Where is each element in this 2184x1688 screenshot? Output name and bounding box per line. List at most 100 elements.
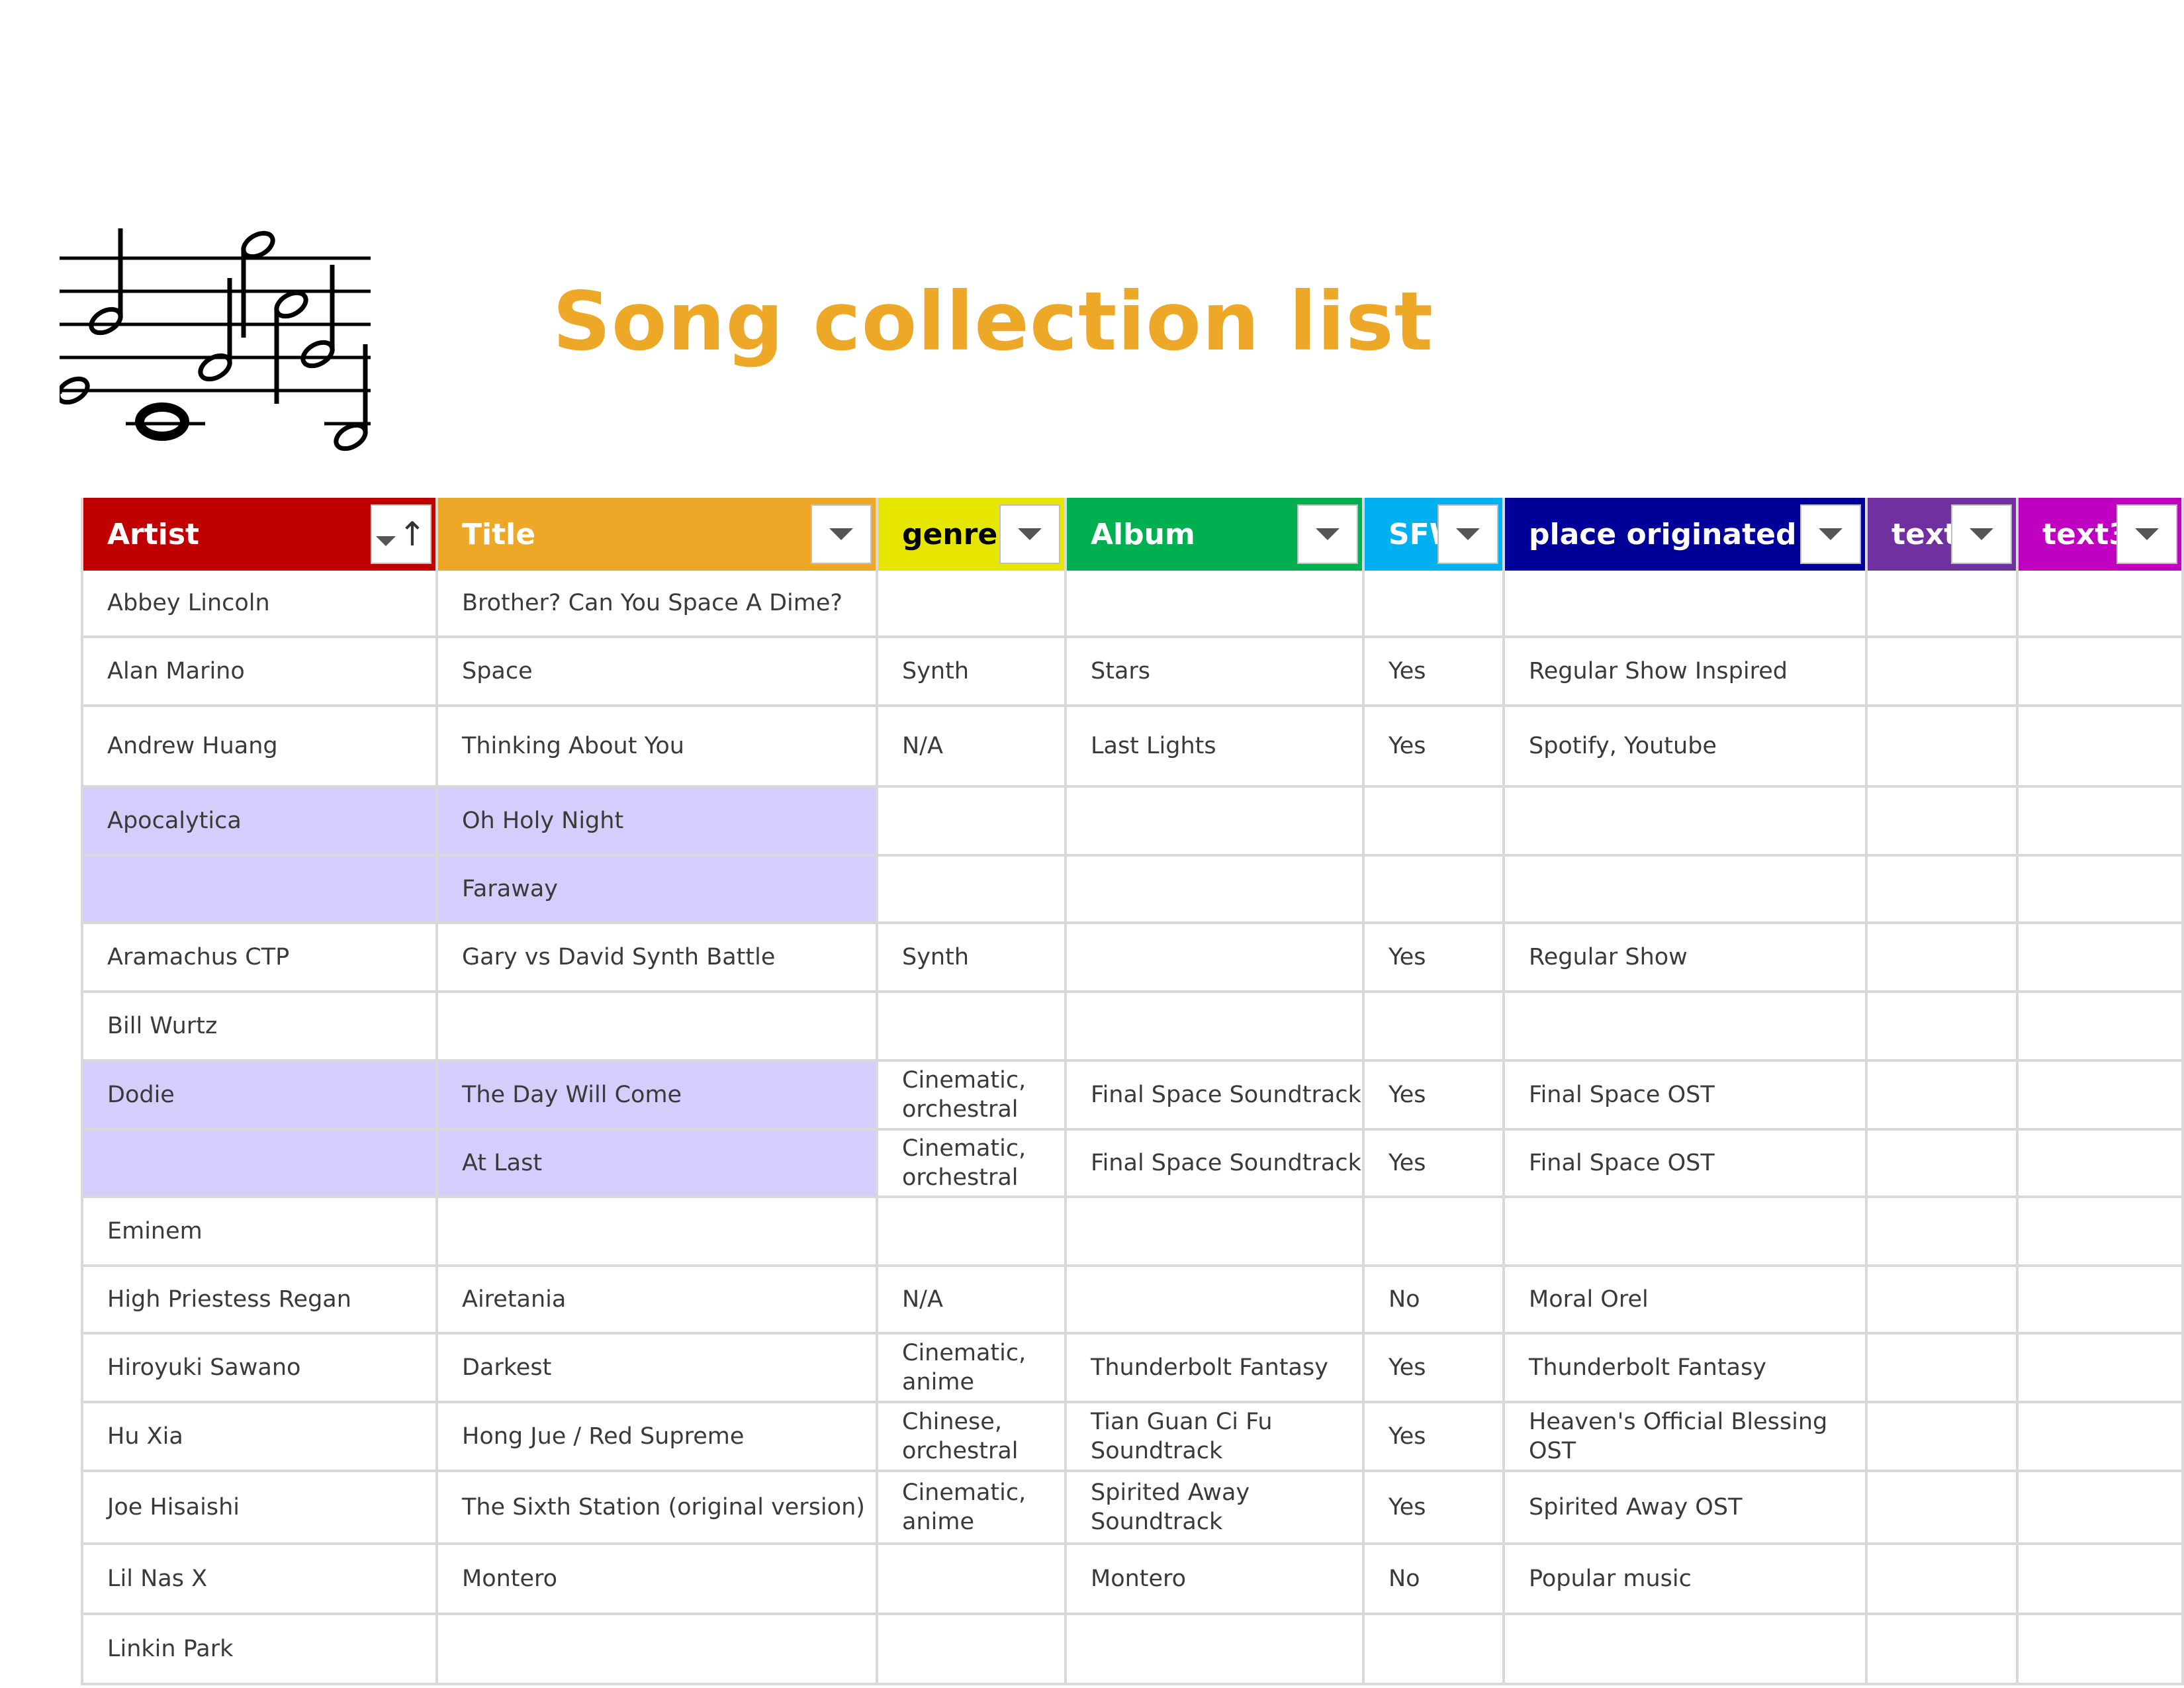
cell-sfw[interactable]: Yes — [1365, 707, 1505, 788]
cell-genre[interactable] — [878, 857, 1067, 924]
cell-sfw[interactable]: No — [1365, 1545, 1505, 1615]
cell-place[interactable]: Thunderbolt Fantasy — [1505, 1335, 1868, 1403]
cell-album[interactable] — [1067, 924, 1365, 993]
cell-text2[interactable] — [1868, 1131, 2019, 1198]
cell-album[interactable] — [1067, 1615, 1365, 1685]
cell-sfw[interactable]: No — [1365, 1267, 1505, 1335]
cell-sfw[interactable]: Yes — [1365, 1335, 1505, 1403]
cell-title[interactable]: The Sixth Station (original version) — [438, 1472, 878, 1545]
cell-genre[interactable] — [878, 571, 1067, 638]
cell-text2[interactable] — [1868, 1062, 2019, 1131]
cell-artist[interactable]: Lil Nas X — [81, 1545, 438, 1615]
cell-sfw[interactable]: Yes — [1365, 1403, 1505, 1472]
cell-genre[interactable]: Cinematic, anime — [878, 1335, 1067, 1403]
cell-artist[interactable]: Apocalytica — [81, 788, 438, 857]
cell-artist[interactable]: Bill Wurtz — [81, 993, 438, 1062]
cell-text3[interactable] — [2019, 1403, 2184, 1472]
cell-genre[interactable] — [878, 1615, 1067, 1685]
cell-text2[interactable] — [1868, 788, 2019, 857]
filter-dropdown-button[interactable] — [999, 504, 1060, 564]
cell-genre[interactable]: Cinematic, orchestral — [878, 1131, 1067, 1198]
cell-text2[interactable] — [1868, 1335, 2019, 1403]
filter-dropdown-button[interactable] — [811, 504, 872, 564]
column-header-genre[interactable]: genre — [878, 498, 1067, 571]
cell-album[interactable]: Spirited Away Soundtrack — [1067, 1472, 1365, 1545]
cell-place[interactable]: Regular Show — [1505, 924, 1868, 993]
cell-sfw[interactable]: Yes — [1365, 1062, 1505, 1131]
cell-genre[interactable]: Synth — [878, 638, 1067, 707]
cell-sfw[interactable]: Yes — [1365, 1472, 1505, 1545]
cell-text2[interactable] — [1868, 1267, 2019, 1335]
cell-text2[interactable] — [1868, 1472, 2019, 1545]
cell-album[interactable]: Tian Guan Ci Fu Soundtrack — [1067, 1403, 1365, 1472]
cell-title[interactable]: Thinking About You — [438, 707, 878, 788]
cell-title[interactable]: Montero — [438, 1545, 878, 1615]
cell-artist[interactable]: Hu Xia — [81, 1403, 438, 1472]
cell-sfw[interactable] — [1365, 993, 1505, 1062]
cell-text2[interactable] — [1868, 857, 2019, 924]
cell-album[interactable]: Last Lights — [1067, 707, 1365, 788]
cell-album[interactable]: Stars — [1067, 638, 1365, 707]
cell-text3[interactable] — [2019, 1198, 2184, 1267]
cell-text3[interactable] — [2019, 571, 2184, 638]
cell-genre[interactable]: N/A — [878, 707, 1067, 788]
cell-text3[interactable] — [2019, 1335, 2184, 1403]
cell-album[interactable] — [1067, 788, 1365, 857]
cell-text3[interactable] — [2019, 788, 2184, 857]
cell-text3[interactable] — [2019, 1267, 2184, 1335]
cell-text3[interactable] — [2019, 1131, 2184, 1198]
cell-artist[interactable]: Alan Marino — [81, 638, 438, 707]
cell-text3[interactable] — [2019, 707, 2184, 788]
cell-album[interactable]: Final Space Soundtrack — [1067, 1062, 1365, 1131]
cell-artist[interactable] — [81, 1131, 438, 1198]
cell-place[interactable] — [1505, 1198, 1868, 1267]
cell-place[interactable]: Final Space OST — [1505, 1131, 1868, 1198]
cell-title[interactable]: Brother? Can You Space A Dime? — [438, 571, 878, 638]
cell-title[interactable] — [438, 1198, 878, 1267]
cell-text2[interactable] — [1868, 638, 2019, 707]
cell-sfw[interactable] — [1365, 1198, 1505, 1267]
cell-artist[interactable]: Andrew Huang — [81, 707, 438, 788]
column-header-album[interactable]: Album — [1067, 498, 1365, 571]
cell-artist[interactable]: Dodie — [81, 1062, 438, 1131]
cell-text2[interactable] — [1868, 1403, 2019, 1472]
cell-place[interactable]: Spotify, Youtube — [1505, 707, 1868, 788]
cell-title[interactable]: Gary vs David Synth Battle — [438, 924, 878, 993]
cell-artist[interactable]: Joe Hisaishi — [81, 1472, 438, 1545]
cell-album[interactable] — [1067, 1198, 1365, 1267]
sort-filter-button[interactable]: ↑ — [371, 504, 432, 564]
cell-place[interactable] — [1505, 788, 1868, 857]
cell-title[interactable]: The Day Will Come — [438, 1062, 878, 1131]
cell-genre[interactable] — [878, 993, 1067, 1062]
cell-title[interactable]: Hong Jue / Red Supreme — [438, 1403, 878, 1472]
cell-text2[interactable] — [1868, 571, 2019, 638]
cell-text2[interactable] — [1868, 707, 2019, 788]
cell-album[interactable] — [1067, 857, 1365, 924]
column-header-place-originated[interactable]: place originated — [1505, 498, 1868, 571]
cell-title[interactable] — [438, 1615, 878, 1685]
cell-place[interactable] — [1505, 571, 1868, 638]
cell-title[interactable]: Darkest — [438, 1335, 878, 1403]
cell-genre[interactable]: Chinese, orchestral — [878, 1403, 1067, 1472]
column-header-text2[interactable]: text2 — [1868, 498, 2019, 571]
cell-title[interactable]: Space — [438, 638, 878, 707]
column-header-text3[interactable]: text3 — [2019, 498, 2184, 571]
cell-place[interactable]: Moral Orel — [1505, 1267, 1868, 1335]
cell-album[interactable] — [1067, 993, 1365, 1062]
cell-artist[interactable]: Hiroyuki Sawano — [81, 1335, 438, 1403]
cell-artist[interactable]: Linkin Park — [81, 1615, 438, 1685]
cell-text3[interactable] — [2019, 1472, 2184, 1545]
cell-artist[interactable]: High Priestess Regan — [81, 1267, 438, 1335]
cell-text3[interactable] — [2019, 857, 2184, 924]
cell-text2[interactable] — [1868, 1615, 2019, 1685]
filter-dropdown-button[interactable] — [1800, 504, 1861, 564]
cell-place[interactable]: Spirited Away OST — [1505, 1472, 1868, 1545]
cell-album[interactable]: Montero — [1067, 1545, 1365, 1615]
cell-sfw[interactable] — [1365, 571, 1505, 638]
cell-title[interactable]: Faraway — [438, 857, 878, 924]
cell-place[interactable] — [1505, 1615, 1868, 1685]
cell-artist[interactable] — [81, 857, 438, 924]
cell-sfw[interactable] — [1365, 857, 1505, 924]
cell-text2[interactable] — [1868, 1545, 2019, 1615]
cell-album[interactable] — [1067, 1267, 1365, 1335]
